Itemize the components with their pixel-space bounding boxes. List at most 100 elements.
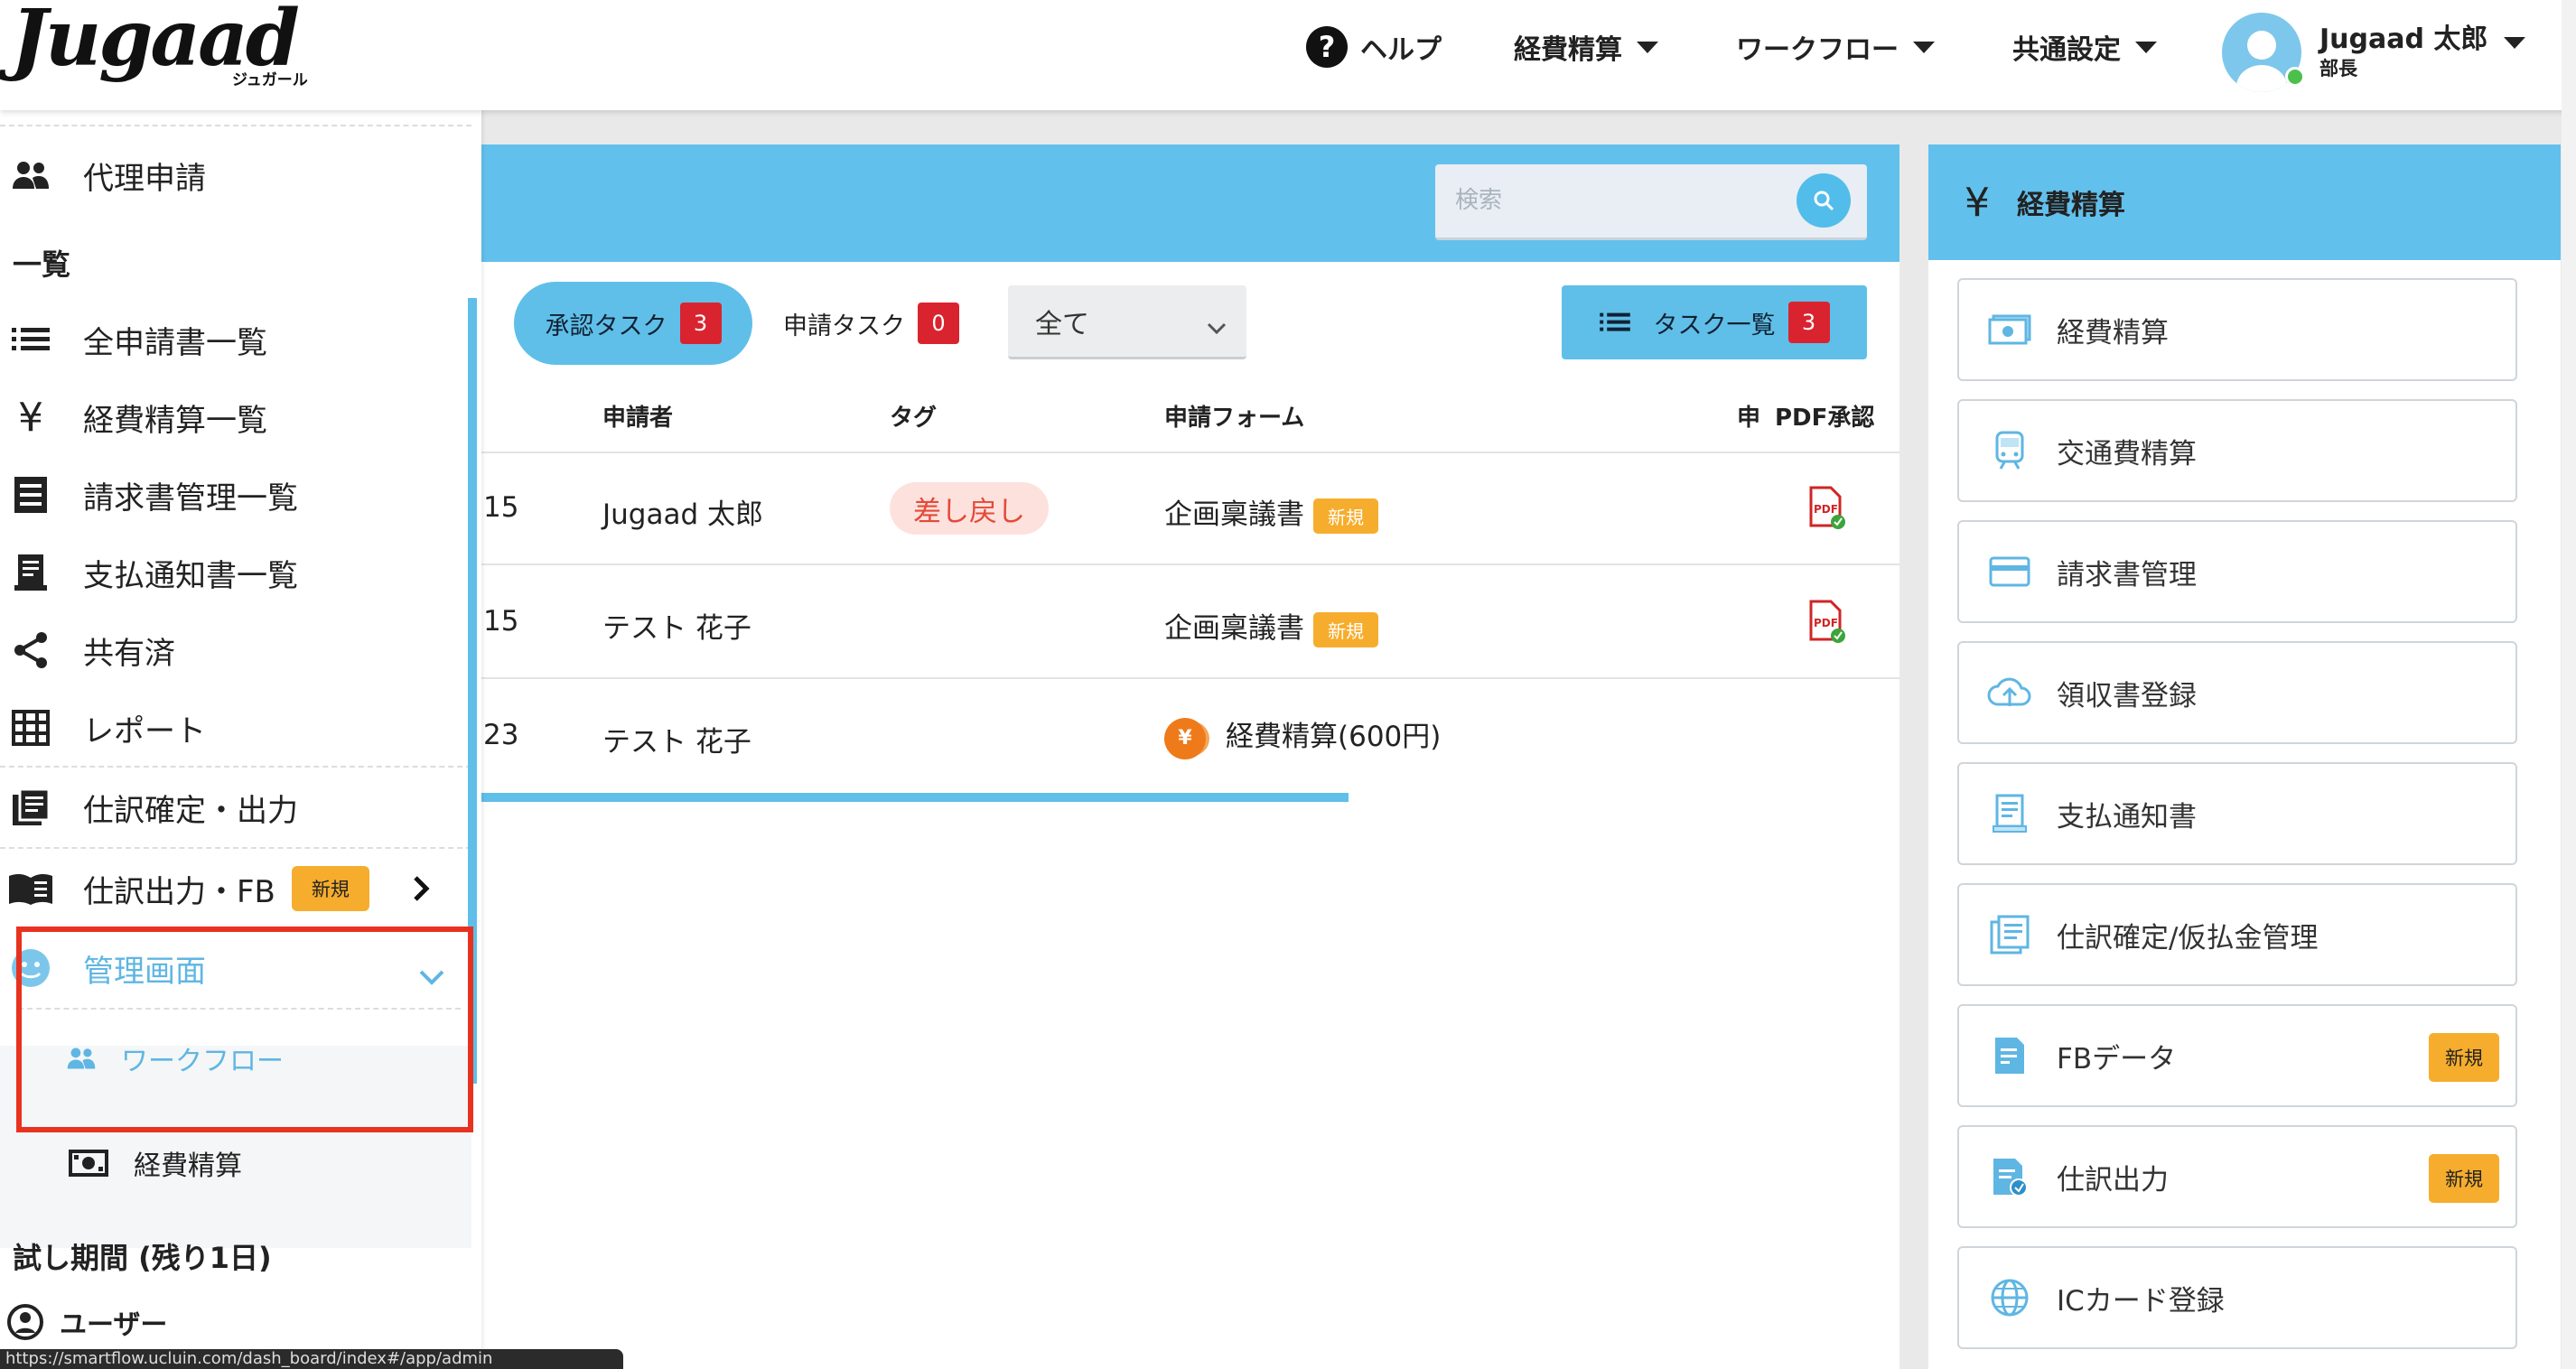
sidebar: 代理申請 一覧 全申請書一覧 ¥ 経費精算一覧 請求書管理一覧 支払通知書一覧 … [0, 110, 481, 1369]
tab-label: 承認タスク [545, 312, 667, 340]
shortcut-payment-notice[interactable]: 支払通知書 [1957, 762, 2517, 865]
tab-application-tasks[interactable]: 申請タスク 0 [783, 282, 959, 365]
row-applicant[interactable]: テスト 花子 [602, 719, 751, 759]
top-header: Jugaad ジュガール ? ヘルプ 経費精算 ワークフロー 共通設定 Juga… [0, 0, 2576, 110]
journal-icon [5, 787, 56, 827]
fb-data-icon [1986, 1032, 2033, 1079]
help-icon: ? [1306, 26, 1348, 68]
shortcut-transport[interactable]: 交通費精算 [1957, 399, 2517, 502]
row-applicant[interactable]: Jugaad 太郎 [602, 491, 763, 532]
cash-icon [69, 1150, 108, 1177]
sidebar-item-users[interactable]: ユーザー [0, 1290, 471, 1355]
loading-progress-bar [481, 793, 1349, 802]
list-icon [5, 326, 56, 353]
form-name: 経費精算(600円) [1226, 721, 1442, 753]
card-label: 支払通知書 [2057, 800, 2197, 834]
sidebar-item-expense-list[interactable]: ¥ 経費精算一覧 [0, 385, 471, 450]
count-badge: 0 [918, 303, 959, 344]
new-badge: 新規 [2429, 1154, 2499, 1203]
panel-header: ¥ 経費精算 [1928, 144, 2561, 260]
list-icon [1599, 312, 1630, 331]
search-button[interactable] [1797, 173, 1851, 228]
window-scrollbar[interactable] [2562, 0, 2576, 1369]
train-icon [1986, 427, 2033, 474]
nav-help[interactable]: ? ヘルプ [1306, 22, 1442, 72]
row-form[interactable]: 企画稟議書 新規 [1164, 491, 1378, 534]
pdf-approved-icon[interactable]: PDF [1802, 598, 1849, 645]
nav-common-settings[interactable]: 共通設定 [2012, 22, 2157, 72]
logo-subtext: ジュガール [232, 71, 308, 89]
shortcut-fb-data[interactable]: FBデータ 新規 [1957, 1004, 2517, 1107]
sidebar-item-journal-confirm[interactable]: 仕訳確定・出力 [0, 775, 471, 840]
app-logo[interactable]: Jugaad ジュガール [11, 0, 308, 89]
table-divider [481, 563, 1899, 565]
svg-text:PDF: PDF [1814, 617, 1838, 629]
sidebar-item-report[interactable]: レポート [0, 695, 471, 760]
task-panel: 承認タスク 3 申請タスク 0 全て タスク一覧 3 申請者 タグ 申請フォーム… [481, 144, 1899, 1369]
tab-approval-tasks[interactable]: 承認タスク 3 [514, 282, 752, 365]
sidebar-item-label: 経費精算一覧 [83, 402, 267, 439]
caret-down-icon [2504, 36, 2526, 49]
table-divider [481, 677, 1899, 679]
sidebar-item-label: 共有済 [83, 635, 175, 672]
sidebar-item-shared[interactable]: 共有済 [0, 618, 471, 683]
shortcut-ic-card[interactable]: ICカード登録 [1957, 1246, 2517, 1349]
journal-icon [1986, 911, 2033, 958]
search-box [1435, 164, 1867, 240]
column-header-pdf-approval[interactable]: PDF承認 [1775, 399, 1874, 433]
status-filter-select[interactable]: 全て [1008, 285, 1246, 359]
shortcut-invoice[interactable]: 請求書管理 [1957, 520, 2517, 623]
caret-down-icon [2135, 41, 2157, 53]
sidebar-item-proxy[interactable]: 代理申請 [0, 143, 471, 208]
select-value: 全て [1035, 308, 1089, 340]
row-date-fragment: 15 [483, 491, 519, 524]
user-menu[interactable]: Jugaad 太郎 部長 [2222, 9, 2526, 96]
nav-workflow[interactable]: ワークフロー [1736, 22, 1935, 72]
column-header-tag[interactable]: タグ [890, 399, 937, 433]
row-date-fragment: 23 [483, 719, 519, 751]
tab-label: 申請タスク [783, 312, 905, 340]
nav-expense-label: 経費精算 [1514, 34, 1622, 66]
button-label: タスク一覧 [1653, 311, 1776, 340]
sidebar-item-label: 仕訳確定・出力 [83, 792, 298, 829]
shortcut-receipt-register[interactable]: 領収書登録 [1957, 641, 2517, 744]
sidebar-item-invoice-list[interactable]: 請求書管理一覧 [0, 462, 471, 527]
task-list-button[interactable]: タスク一覧 3 [1562, 285, 1867, 359]
column-header-truncated[interactable]: 申 [1737, 399, 1760, 433]
sidebar-item-label: 請求書管理一覧 [83, 480, 298, 517]
chevron-right-icon [410, 874, 432, 911]
divider [0, 766, 471, 768]
row-applicant[interactable]: テスト 花子 [602, 605, 751, 646]
card-label: 領収書登録 [2057, 679, 2197, 712]
shortcut-expense[interactable]: 経費精算 [1957, 278, 2517, 381]
shortcut-journal-export[interactable]: 仕訳出力 新規 [1957, 1125, 2517, 1228]
nav-common-settings-label: 共通設定 [2012, 34, 2121, 66]
shortcut-journal-advance[interactable]: 仕訳確定/仮払金管理 [1957, 883, 2517, 986]
sidebar-item-label: ユーザー [60, 1309, 168, 1341]
sidebar-item-journal-fb[interactable]: 仕訳出力・FB 新規 [0, 856, 471, 921]
nav-expense[interactable]: 経費精算 [1514, 22, 1658, 72]
caret-down-icon [1637, 41, 1658, 53]
sidebar-item-label: 代理申請 [83, 160, 206, 197]
sidebar-item-payment-notice-list[interactable]: 支払通知書一覧 [0, 540, 471, 605]
row-form[interactable]: 企画稟議書 新規 [1164, 605, 1378, 647]
column-header-form[interactable]: 申請フォーム [1164, 399, 1304, 433]
column-header-applicant[interactable]: 申請者 [602, 399, 673, 433]
sidebar-item-all-applications[interactable]: 全申請書一覧 [0, 307, 471, 372]
sidebar-subitem-expense[interactable]: 経費精算 [0, 1131, 471, 1196]
journal-export-icon [1986, 1153, 2033, 1200]
search-icon [1814, 191, 1834, 211]
cloud-upload-icon [1986, 669, 2033, 716]
grid-icon [5, 710, 56, 746]
card-icon [1986, 548, 2033, 595]
count-badge: 3 [679, 303, 722, 344]
pdf-approved-icon[interactable]: PDF [1802, 484, 1849, 531]
card-label: 仕訳出力 [2057, 1163, 2169, 1197]
caret-down-icon [1913, 41, 1935, 53]
yen-icon: ¥ [18, 394, 43, 441]
receipt-icon [5, 553, 56, 592]
open-book-icon [5, 871, 56, 907]
search-input[interactable] [1435, 164, 1797, 237]
new-badge: 新規 [291, 866, 369, 911]
row-form[interactable]: ¥ 経費精算(600円) [1164, 713, 1441, 759]
